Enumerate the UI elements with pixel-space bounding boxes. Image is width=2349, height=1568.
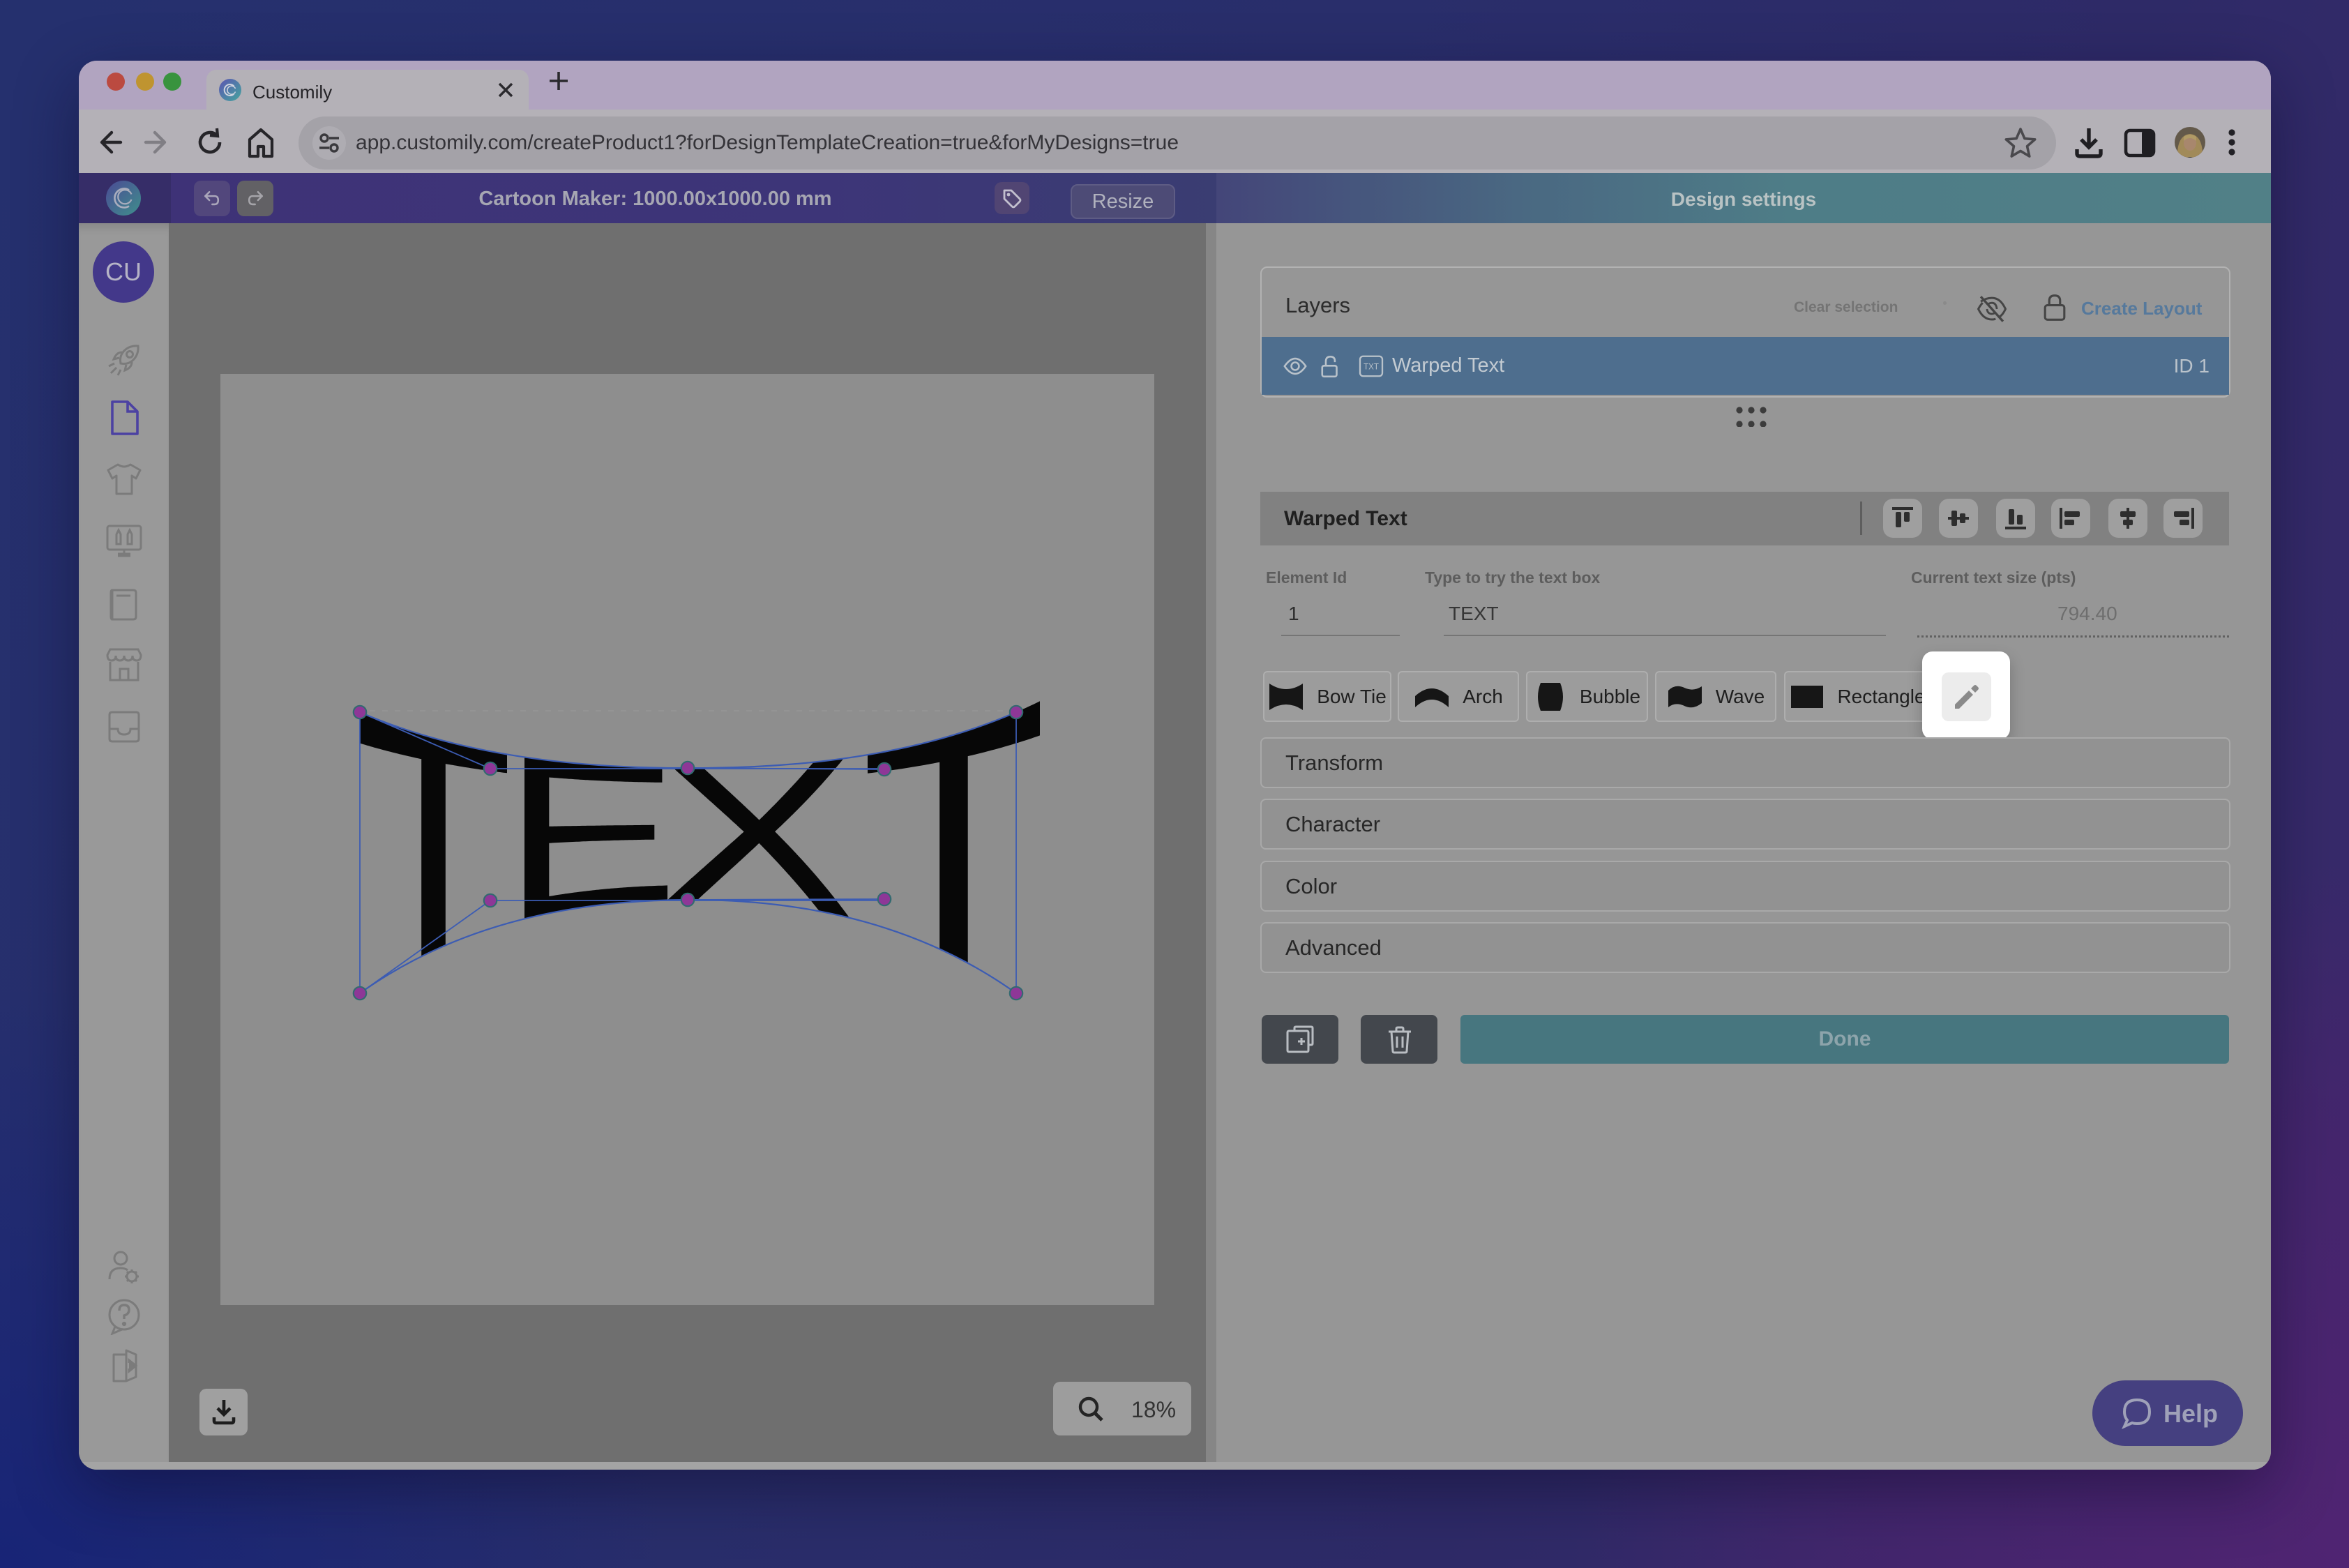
svg-text:TXT: TXT [1364, 363, 1379, 371]
